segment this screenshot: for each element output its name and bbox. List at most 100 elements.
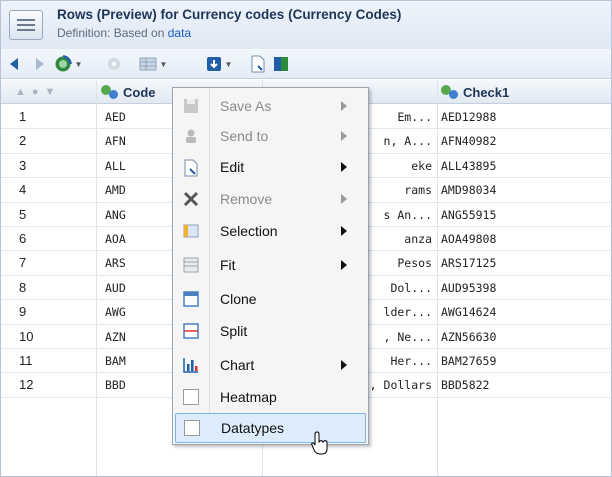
submenu-arrow-icon (341, 360, 347, 370)
row-number: 7 (19, 255, 27, 271)
code-cell[interactable]: AWG (105, 300, 126, 324)
toolbar: ▼ ▼ ▼ (1, 49, 611, 79)
code-cell[interactable]: AED (105, 105, 126, 129)
menu-item-label: Edit (220, 159, 245, 175)
chart-icon (183, 357, 199, 373)
circle-icon[interactable]: ● (32, 86, 39, 98)
table-icon (9, 10, 43, 40)
menu-item-remove[interactable]: Remove (173, 184, 368, 214)
check-cell[interactable]: AOA49808 (441, 227, 496, 251)
check-cell[interactable]: AFN40982 (441, 129, 496, 153)
menu-item-send-to[interactable]: Send to (173, 121, 368, 151)
menu-item-datatypes[interactable]: Datatypes (175, 413, 366, 443)
row-number: 3 (19, 157, 27, 173)
menu-item-chart[interactable]: Chart (173, 350, 368, 380)
menu-item-label: Split (220, 323, 248, 339)
column-gear-icon (441, 85, 459, 99)
split-icon (183, 323, 199, 339)
row-number: 11 (19, 352, 33, 368)
definition-link[interactable]: data (168, 26, 191, 40)
page-title: Rows (Preview) for Currency codes (Curre… (57, 7, 402, 22)
column-header-check1-label: Check1 (463, 84, 510, 100)
menu-item-label: Selection (220, 223, 278, 239)
check-cell[interactable]: ANG55915 (441, 203, 496, 227)
menu-item-save-as[interactable]: Save As (173, 91, 368, 121)
menu-item-heatmap[interactable]: Heatmap (173, 382, 368, 412)
column-header-code[interactable]: Code (101, 80, 156, 104)
check-cell[interactable]: AED12988 (441, 105, 496, 129)
menu-item-edit[interactable]: Edit (173, 152, 368, 182)
code-cell[interactable]: ANG (105, 203, 126, 227)
settings-gear-icon (105, 54, 123, 74)
remove-icon (183, 191, 199, 207)
document-icon[interactable] (249, 54, 267, 74)
edit-icon (183, 159, 199, 177)
mouse-pointer-icon (311, 431, 329, 457)
row-number: 12 (19, 377, 34, 393)
code-cell[interactable]: AOA (105, 227, 126, 251)
code-cell[interactable]: AZN (105, 325, 126, 349)
menu-item-fit[interactable]: Fit (173, 250, 368, 280)
grid-view-dropdown[interactable]: ▼ (136, 54, 170, 74)
column-header-code-label: Code (123, 84, 156, 100)
code-cell[interactable]: ARS (105, 251, 126, 275)
menu-item-label: Chart (220, 357, 255, 373)
selection-icon (183, 223, 199, 239)
check-cell[interactable]: AWG14624 (441, 300, 496, 324)
refresh-dropdown[interactable]: ▼ (52, 54, 84, 74)
menu-item-selection[interactable]: Selection (173, 216, 368, 246)
preview-window: Rows (Preview) for Currency codes (Curre… (0, 0, 612, 477)
check-cell[interactable]: BBD5822 (441, 373, 489, 397)
row-header-controls[interactable]: ▲ ● ▼ (15, 80, 55, 104)
submenu-arrow-icon (341, 162, 347, 172)
code-cell[interactable]: BBD (105, 373, 126, 397)
row-number: 10 (19, 328, 34, 344)
code-cell[interactable]: AMD (105, 178, 126, 202)
code-cell[interactable]: BAM (105, 349, 126, 373)
submenu-arrow-icon (341, 226, 347, 236)
check-cell[interactable]: BAM27659 (441, 349, 496, 373)
row-number: 1 (19, 109, 27, 124)
row-number: 4 (19, 182, 27, 198)
check-cell[interactable]: AZN56630 (441, 325, 496, 349)
globe-refresh-icon (55, 55, 72, 72)
code-cell[interactable]: AFN (105, 129, 126, 153)
grid-icon (139, 57, 157, 71)
clone-icon (183, 291, 199, 307)
definition-text: Definition: Based on data (57, 26, 191, 40)
submenu-arrow-icon (341, 194, 347, 204)
submenu-arrow-icon (341, 101, 347, 111)
back-arrow-icon[interactable] (7, 54, 25, 74)
context-menu: Save As Send to Edit Remove Selection Fi… (172, 87, 369, 445)
filter-icon[interactable]: ▼ (45, 86, 56, 98)
menu-item-label: Remove (220, 191, 273, 207)
heatmap-checkbox[interactable] (183, 389, 199, 405)
column-gear-icon (101, 85, 119, 99)
datatypes-checkbox[interactable] (184, 420, 200, 436)
check-cell[interactable]: AMD98034 (441, 178, 496, 202)
menu-item-split[interactable]: Split (173, 316, 368, 346)
menu-item-label: Save As (220, 98, 272, 114)
sort-up-icon[interactable]: ▲ (15, 86, 26, 98)
check-cell[interactable]: ALL43895 (441, 154, 496, 178)
row-number: 9 (19, 304, 27, 320)
code-cell[interactable]: ALL (105, 154, 126, 178)
column-header-check1[interactable]: Check1 (441, 80, 509, 104)
check-cell[interactable]: AUD95398 (441, 276, 496, 300)
chevron-down-icon: ▼ (74, 59, 83, 69)
export-dropdown[interactable]: ▼ (202, 54, 236, 74)
export-icon (206, 57, 221, 71)
database-icon[interactable] (271, 54, 291, 74)
menu-item-clone[interactable]: Clone (173, 284, 368, 314)
row-number: 6 (19, 230, 27, 246)
menu-item-label: Clone (220, 291, 257, 307)
check-cell[interactable]: ARS17125 (441, 251, 496, 275)
forward-arrow-icon[interactable] (29, 54, 47, 74)
definition-label: Definition: Based on (57, 26, 168, 40)
submenu-arrow-icon (341, 131, 347, 141)
window-header: Rows (Preview) for Currency codes (Curre… (1, 1, 611, 49)
row-number: 5 (19, 206, 27, 222)
code-cell[interactable]: AUD (105, 276, 126, 300)
row-number: 8 (19, 279, 27, 295)
fit-icon (183, 257, 199, 273)
